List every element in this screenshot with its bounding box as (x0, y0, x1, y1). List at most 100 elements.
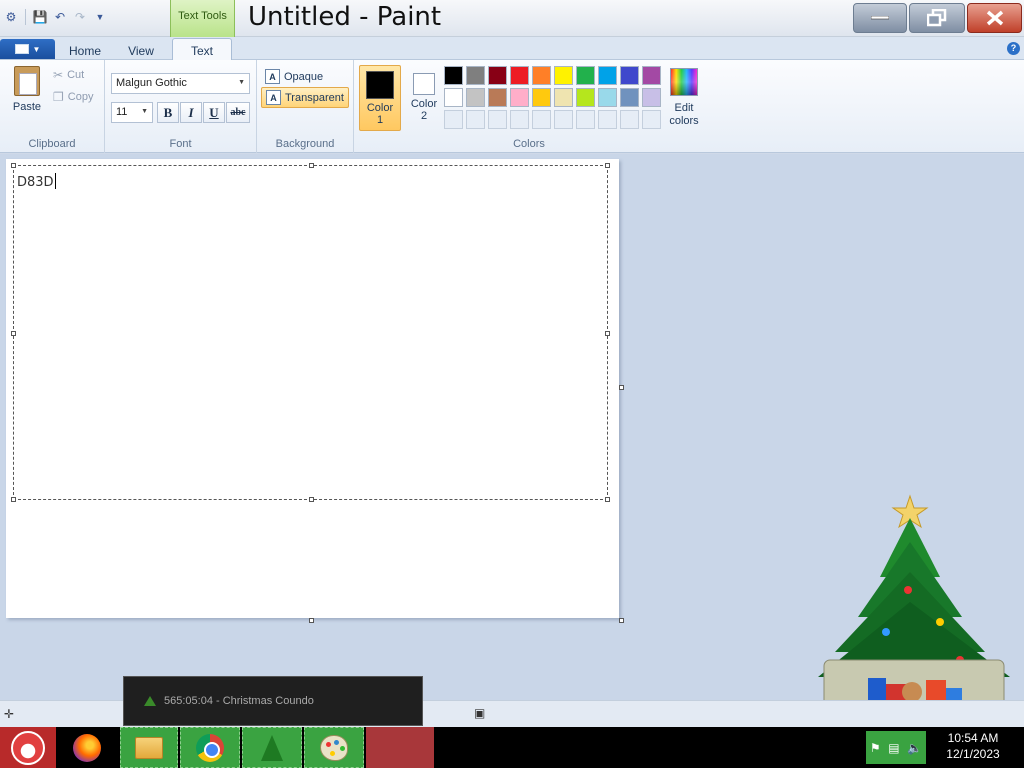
strikethrough-button[interactable]: abc (226, 102, 250, 123)
start-button[interactable] (0, 727, 56, 768)
system-clock[interactable]: 10:54 AM 12/1/2023 (940, 730, 1006, 762)
paint-menu-button[interactable]: ▼ (0, 39, 55, 59)
palette-color-swatch[interactable] (532, 66, 551, 85)
canvas-resize-handle[interactable] (619, 618, 624, 623)
palette-color-swatch[interactable] (576, 88, 595, 107)
resize-handle[interactable] (11, 163, 16, 168)
resize-handle[interactable] (11, 331, 16, 336)
palette-color-swatch[interactable] (620, 88, 639, 107)
paste-button[interactable]: Paste (10, 66, 44, 113)
palette-custom-slot[interactable] (466, 110, 485, 129)
resize-handle[interactable] (605, 163, 610, 168)
tab-home[interactable]: Home (62, 41, 108, 60)
palette-custom-slot[interactable] (532, 110, 551, 129)
palette-custom-slot[interactable] (642, 110, 661, 129)
palette-color-swatch[interactable] (466, 88, 485, 107)
taskbar-firefox[interactable] (62, 727, 112, 768)
font-group-label: Font (169, 138, 192, 150)
christmas-countdown-gadget[interactable] (790, 482, 1024, 722)
redo-icon[interactable]: ↷ (71, 8, 89, 26)
volume-icon[interactable]: 🔈 (907, 741, 922, 755)
palette-color-swatch[interactable] (444, 66, 463, 85)
action-center-icon[interactable]: ⚑ (870, 741, 881, 755)
taskbar-paint[interactable] (304, 727, 364, 768)
palette-color-swatch[interactable] (576, 66, 595, 85)
drawing-canvas[interactable]: D83D (6, 159, 624, 623)
palette-color-swatch[interactable] (620, 66, 639, 85)
show-desktop-button[interactable] (1010, 731, 1024, 764)
transparent-button[interactable]: A Transparent (261, 87, 349, 108)
tray-icon[interactable] (832, 731, 852, 764)
taskbar-item[interactable] (366, 727, 434, 768)
minimize-button[interactable] (853, 3, 907, 33)
tab-text[interactable]: Text (172, 38, 232, 61)
palette-custom-slot[interactable] (510, 110, 529, 129)
palette-color-swatch[interactable] (510, 88, 529, 107)
close-button[interactable] (967, 3, 1022, 33)
qat-customize-icon[interactable]: ▼ (91, 8, 109, 26)
palette-color-swatch[interactable] (642, 66, 661, 85)
copy-button[interactable]: ❐ Copy (53, 90, 93, 104)
paint-app-icon[interactable]: ⚙ (2, 8, 20, 26)
chevron-down-icon: ▼ (141, 108, 148, 115)
resize-handle[interactable] (309, 497, 314, 502)
font-family-dropdown[interactable]: Malgun Gothic ▼ (111, 73, 250, 94)
tab-view[interactable]: View (120, 41, 162, 60)
text-box[interactable]: D83D (11, 163, 610, 502)
italic-button[interactable]: I (180, 102, 202, 123)
palette-color-swatch[interactable] (598, 66, 617, 85)
palette-custom-slot[interactable] (576, 110, 595, 129)
palette-color-swatch[interactable] (642, 88, 661, 107)
edit-colors-button[interactable]: Edit colors (664, 68, 704, 128)
canvas-resize-handle[interactable] (619, 385, 624, 390)
color1-label: Color (366, 102, 394, 114)
color1-button[interactable]: Color 1 (359, 65, 401, 131)
title-bar: ⚙ 💾 ↶ ↷ ▼ Text Tools Untitled - Paint (0, 0, 1024, 37)
font-size-dropdown[interactable]: 11 ▼ (111, 102, 153, 123)
undo-icon[interactable]: ↶ (51, 8, 69, 26)
palette-color-swatch[interactable] (444, 88, 463, 107)
resize-handle[interactable] (309, 163, 314, 168)
underline-button[interactable]: U (203, 102, 225, 123)
clock-date: 12/1/2023 (946, 747, 1000, 761)
cut-button[interactable]: ✂ Cut (53, 68, 84, 82)
restore-icon (927, 9, 947, 27)
opaque-icon: A (265, 69, 280, 84)
palette-color-swatch[interactable] (598, 88, 617, 107)
save-icon[interactable]: 💾 (31, 8, 49, 26)
palette-color-swatch[interactable] (554, 66, 573, 85)
palette-color-swatch[interactable] (554, 88, 573, 107)
palette-custom-slot[interactable] (620, 110, 639, 129)
taskbar-chrome[interactable] (180, 727, 240, 768)
palette-custom-slot[interactable] (444, 110, 463, 129)
palette-color-swatch[interactable] (488, 66, 507, 85)
taskbar-file-explorer[interactable] (120, 727, 178, 768)
close-icon (986, 10, 1003, 26)
palette-custom-slot[interactable] (554, 110, 573, 129)
paint-palette-icon (320, 734, 348, 761)
ornament (882, 628, 890, 636)
network-icon[interactable]: ▤ (888, 741, 899, 755)
color2-button[interactable]: Color 2 (403, 65, 445, 131)
help-icon[interactable]: ? (1007, 42, 1020, 55)
palette-color-swatch[interactable] (488, 88, 507, 107)
font-family-value: Malgun Gothic (116, 77, 187, 89)
resize-handle[interactable] (11, 497, 16, 502)
canvas-resize-handle[interactable] (309, 618, 314, 623)
restore-button[interactable] (909, 3, 965, 33)
text-box-content[interactable]: D83D (17, 173, 56, 190)
palette-color-swatch[interactable] (532, 88, 551, 107)
palette-color-swatch[interactable] (510, 66, 529, 85)
text-tools-context-label: Text Tools (170, 0, 235, 37)
taskbar-christmas-countdown[interactable] (242, 727, 302, 768)
taskbar-thumbnail-preview[interactable]: 565:05:04 - Christmas Coundo (123, 676, 423, 726)
opaque-button[interactable]: A Opaque (261, 66, 327, 87)
palette-color-swatch[interactable] (466, 66, 485, 85)
resize-handle[interactable] (605, 497, 610, 502)
palette-custom-slot[interactable] (598, 110, 617, 129)
resize-handle[interactable] (605, 331, 610, 336)
palette-custom-slot[interactable] (488, 110, 507, 129)
bold-button[interactable]: B (157, 102, 179, 123)
ribbon-tab-strip: ▼ Home View Text ? (0, 37, 1024, 61)
folder-icon (135, 736, 163, 759)
